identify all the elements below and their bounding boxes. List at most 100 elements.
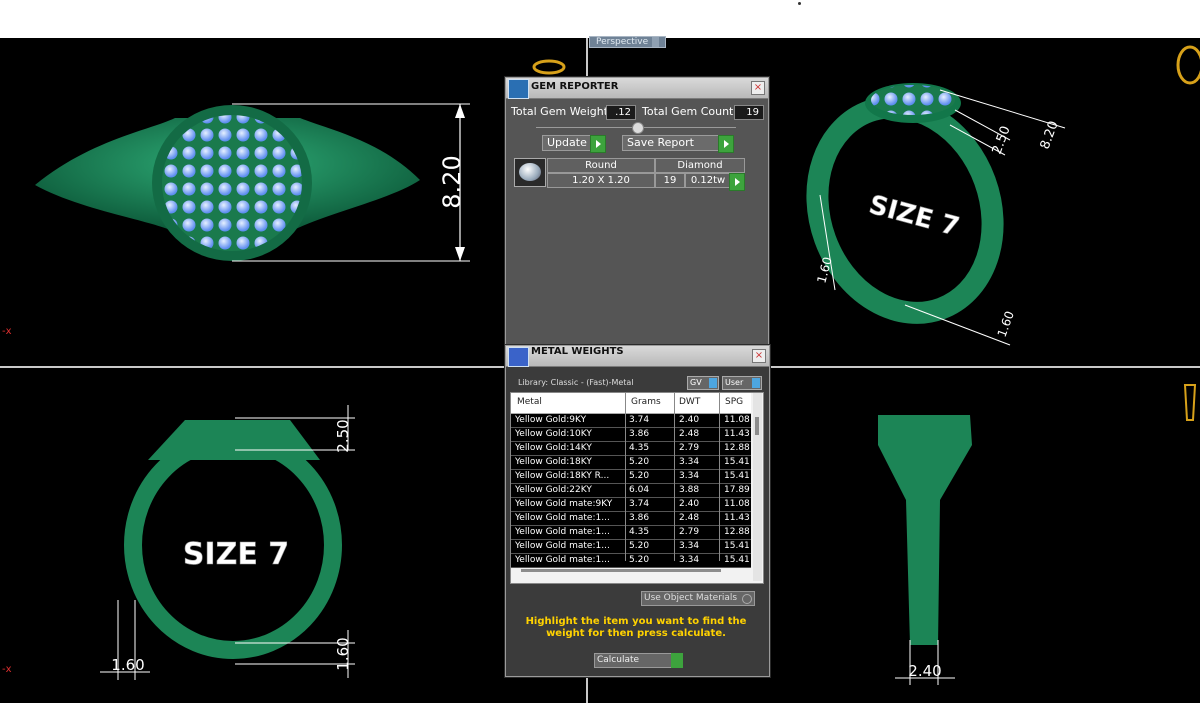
column-divider bbox=[674, 393, 675, 561]
metal-weights-titlebar[interactable]: METAL WEIGHTS × bbox=[506, 346, 769, 367]
gem-shape: Round bbox=[547, 158, 655, 173]
column-header-dwt[interactable]: DWT bbox=[679, 397, 700, 407]
cell-grams: 6.04 bbox=[629, 485, 650, 495]
gem-list[interactable]: Round Diamond 1.20 X 1.20 19 0.12tw bbox=[514, 158, 745, 191]
close-icon[interactable]: × bbox=[752, 349, 766, 363]
material-select[interactable]: Use Object Materials bbox=[641, 591, 755, 606]
instruction-text: Highlight the item you want to find the … bbox=[525, 616, 747, 639]
column-divider bbox=[625, 393, 626, 561]
column-header-metal[interactable]: Metal bbox=[517, 397, 542, 407]
table-row[interactable]: Yellow Gold:22KY 6.04 3.88 17.89 bbox=[511, 484, 751, 498]
horizontal-scrollbar[interactable] bbox=[521, 569, 721, 572]
play-icon bbox=[718, 135, 734, 153]
collapse-toggle-icon[interactable] bbox=[632, 122, 644, 134]
chevron-down-icon[interactable] bbox=[652, 37, 660, 47]
cell-spg: 15.41 bbox=[724, 471, 750, 481]
cell-spg: 12.88 bbox=[724, 527, 750, 537]
metal-weights-title: METAL WEIGHTS bbox=[531, 346, 624, 357]
axis-x-marker: -x bbox=[2, 326, 12, 337]
cell-dwt: 2.48 bbox=[679, 513, 700, 523]
gv-indicator bbox=[709, 378, 717, 388]
play-icon bbox=[729, 173, 745, 191]
cell-dwt: 3.34 bbox=[679, 555, 700, 565]
cell-spg: 11.43 bbox=[724, 513, 750, 523]
cell-dwt: 3.34 bbox=[679, 471, 700, 481]
gem-reporter-icon bbox=[508, 79, 529, 99]
gv-toggle[interactable]: GV bbox=[687, 376, 719, 390]
user-toggle[interactable]: User bbox=[722, 376, 762, 390]
cell-metal: Yellow Gold:9KY bbox=[515, 415, 587, 425]
cell-grams: 3.86 bbox=[629, 513, 650, 523]
cell-dwt: 3.34 bbox=[679, 457, 700, 467]
gem-material: Diamond bbox=[655, 158, 745, 173]
table-row[interactable]: Yellow Gold:14KY 4.35 2.79 12.88 bbox=[511, 442, 751, 456]
cell-metal: Yellow Gold mate:1... bbox=[515, 527, 610, 537]
calculate-button[interactable]: Calculate bbox=[594, 653, 683, 668]
cell-grams: 3.86 bbox=[629, 429, 650, 439]
vertical-scrollbar[interactable] bbox=[753, 393, 762, 581]
cell-metal: Yellow Gold:14KY bbox=[515, 443, 592, 453]
cell-grams: 5.20 bbox=[629, 555, 650, 565]
total-gem-count-value[interactable]: 19 bbox=[734, 105, 764, 120]
gem-reporter-panel[interactable]: GEM REPORTER × Total Gem Weight .12 Tota… bbox=[505, 77, 769, 349]
cell-dwt: 2.48 bbox=[679, 429, 700, 439]
cell-dwt: 2.79 bbox=[679, 527, 700, 537]
cell-metal: Yellow Gold:18KY R... bbox=[515, 471, 610, 481]
column-header-spg[interactable]: SPG bbox=[725, 397, 743, 407]
metal-weights-table[interactable]: Metal Grams DWT SPG Yellow Gold:9KY 3.74 2… bbox=[510, 392, 764, 584]
table-header: Metal Grams DWT SPG bbox=[511, 393, 751, 414]
top-menu-bar bbox=[0, 0, 1200, 38]
cell-spg: 11.08 bbox=[724, 415, 750, 425]
play-icon bbox=[671, 653, 683, 668]
update-button[interactable]: Update bbox=[542, 135, 606, 153]
table-row[interactable]: Yellow Gold:10KY 3.86 2.48 11.43 bbox=[511, 428, 751, 442]
axis-x-marker-bottom: -x bbox=[2, 664, 12, 675]
close-icon[interactable]: × bbox=[751, 81, 765, 95]
cell-metal: Yellow Gold mate:1... bbox=[515, 555, 610, 565]
table-row[interactable]: Yellow Gold mate:1... 4.35 2.79 12.88 bbox=[511, 526, 751, 540]
cell-metal: Yellow Gold:22KY bbox=[515, 485, 592, 495]
table-row[interactable]: Yellow Gold mate:1... 3.86 2.48 11.43 bbox=[511, 512, 751, 526]
table-row[interactable]: Yellow Gold mate:1... 5.20 3.34 15.41 bbox=[511, 540, 751, 554]
cell-spg: 11.43 bbox=[724, 429, 750, 439]
cell-grams: 4.35 bbox=[629, 527, 650, 537]
gem-size: 1.20 X 1.20 bbox=[547, 173, 655, 188]
table-row[interactable]: Yellow Gold:18KY 5.20 3.34 15.41 bbox=[511, 456, 751, 470]
total-gem-weight-value[interactable]: .12 bbox=[606, 105, 636, 120]
play-icon bbox=[590, 135, 606, 153]
viewport-perspective-label[interactable]: Perspective bbox=[589, 36, 667, 48]
cell-spg: 11.08 bbox=[724, 499, 750, 509]
library-label: Library: Classic - (Fast)-Metal bbox=[518, 378, 634, 387]
column-header-grams[interactable]: Grams bbox=[631, 397, 661, 407]
cell-spg: 15.41 bbox=[724, 541, 750, 551]
save-report-button[interactable]: Save Report bbox=[622, 135, 734, 153]
table-row[interactable]: Yellow Gold:9KY 3.74 2.40 11.08 bbox=[511, 414, 751, 428]
cell-grams: 5.20 bbox=[629, 471, 650, 481]
table-row[interactable]: Yellow Gold mate:1... 5.20 3.34 15.41 bbox=[511, 554, 751, 568]
cell-metal: Yellow Gold mate:1... bbox=[515, 513, 610, 523]
diamond-icon bbox=[519, 163, 541, 181]
total-gem-weight-label: Total Gem Weight bbox=[511, 105, 609, 118]
cell-grams: 5.20 bbox=[629, 541, 650, 551]
cell-dwt: 3.88 bbox=[679, 485, 700, 495]
gem-reporter-titlebar[interactable]: GEM REPORTER × bbox=[506, 78, 768, 99]
gem-details-button[interactable] bbox=[729, 173, 745, 191]
gem-thumbnail[interactable] bbox=[514, 158, 546, 187]
flask-icon bbox=[508, 347, 529, 367]
cell-grams: 4.35 bbox=[629, 443, 650, 453]
cell-spg: 12.88 bbox=[724, 443, 750, 453]
metal-weights-panel[interactable]: METAL WEIGHTS × Library: Classic - (Fast… bbox=[505, 345, 770, 677]
cell-spg: 15.41 bbox=[724, 457, 750, 467]
table-row[interactable]: Yellow Gold:18KY R... 5.20 3.34 15.41 bbox=[511, 470, 751, 484]
chevron-down-icon bbox=[742, 594, 752, 604]
cell-dwt: 2.79 bbox=[679, 443, 700, 453]
cell-metal: Yellow Gold mate:9KY bbox=[515, 499, 613, 509]
cell-grams: 5.20 bbox=[629, 457, 650, 467]
gem-count: 19 bbox=[655, 173, 685, 188]
scrollbar-thumb[interactable] bbox=[755, 417, 759, 435]
gem-reporter-title: GEM REPORTER bbox=[531, 81, 619, 92]
table-row[interactable]: Yellow Gold mate:9KY 3.74 2.40 11.08 bbox=[511, 498, 751, 512]
column-divider bbox=[719, 393, 720, 561]
user-indicator bbox=[752, 378, 760, 388]
bottom-strip bbox=[0, 703, 1200, 707]
